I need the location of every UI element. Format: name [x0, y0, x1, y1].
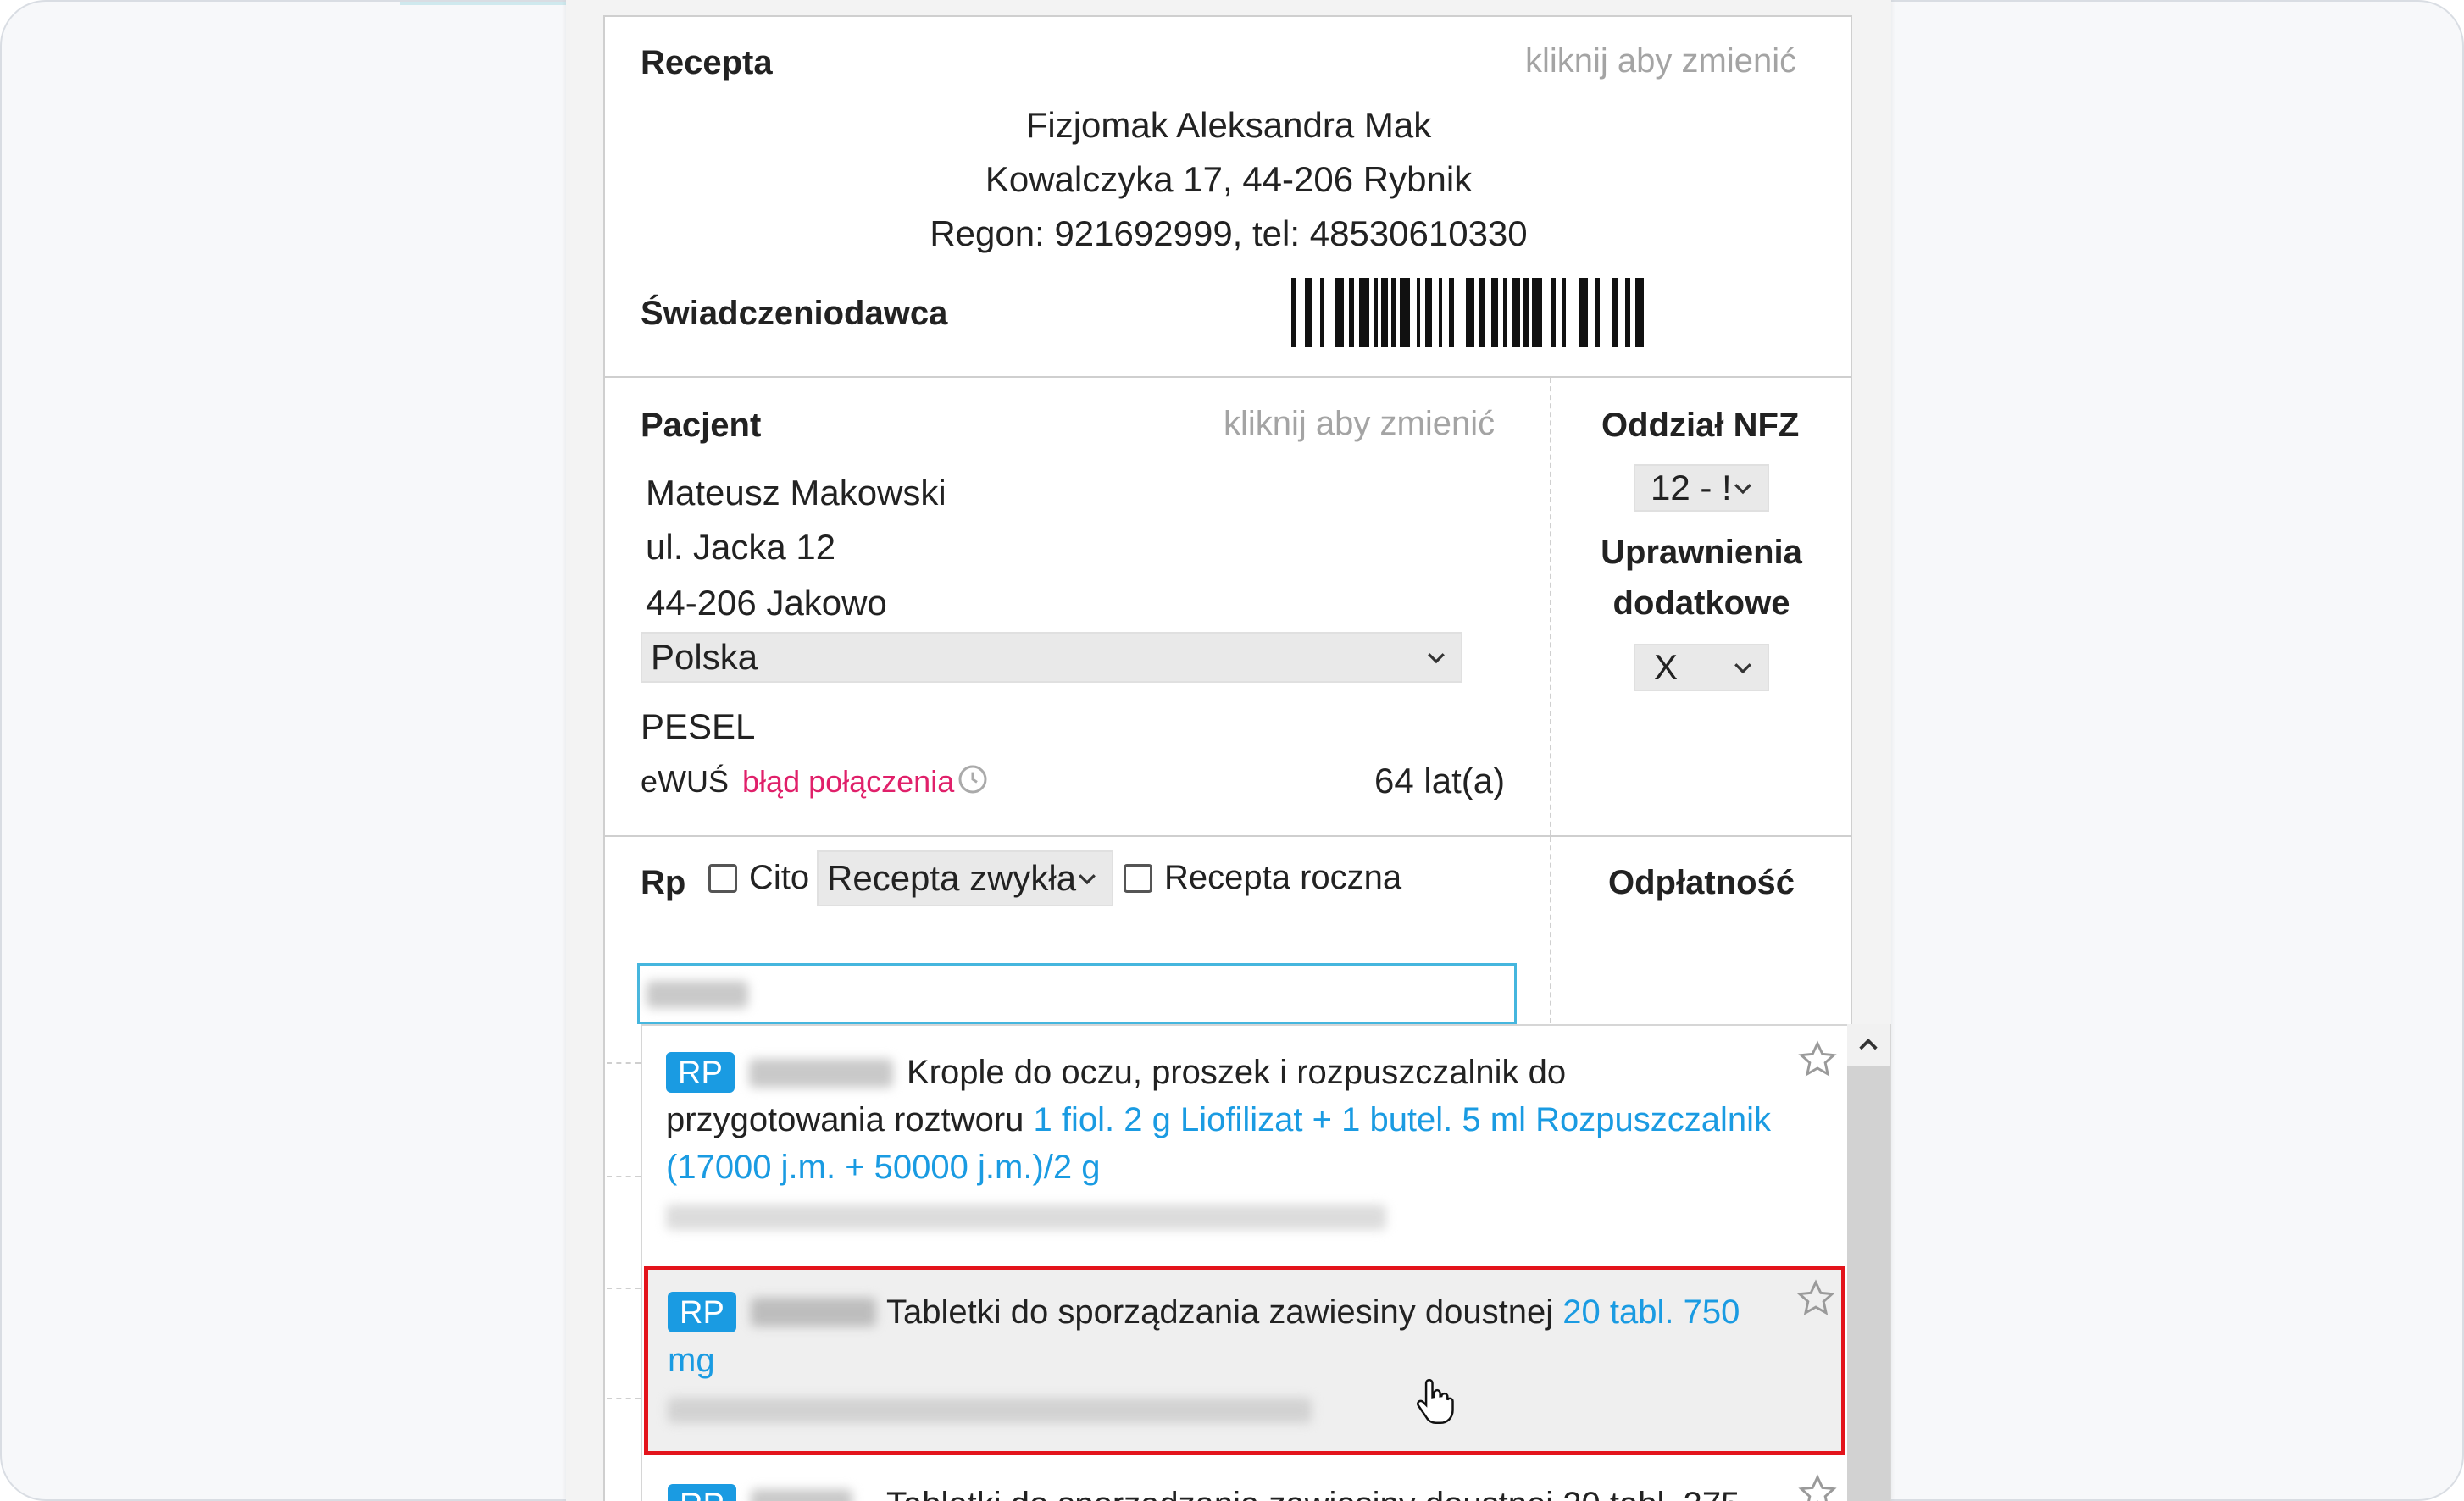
blurred-drug-name — [751, 1489, 852, 1501]
patient-name: Mateusz Makowski — [646, 473, 946, 512]
row-stub — [607, 1398, 641, 1399]
patient-change-link[interactable]: kliknij aby zmienić — [1224, 405, 1495, 443]
selection-highlight — [644, 1266, 1845, 1455]
result-1-line2-prefix: przygotowania roztworu — [666, 1101, 1034, 1138]
patient-age: 64 lat(a) — [1374, 761, 1506, 800]
nfz-branch-select[interactable]: 12 - ! — [1634, 464, 1769, 512]
prescription-type-value: Recepta zwykła — [827, 858, 1077, 898]
ewus-label: eWUŚ — [641, 764, 730, 799]
ewus-row: eWUŚ błąd połączenia — [641, 764, 954, 800]
annual-label: Recepta roczna — [1164, 859, 1402, 896]
ewus-status[interactable]: błąd połączenia — [742, 764, 954, 799]
result-1-line1[interactable]: Krople do oczu, proszek i rozpuszczalnik… — [907, 1049, 1566, 1097]
blurred-query — [647, 981, 748, 1008]
patient-title: Pacjent — [641, 407, 762, 444]
clock-icon[interactable] — [956, 762, 990, 796]
dropdown-scrollbar[interactable] — [1847, 1024, 1890, 1501]
row-stub — [607, 1062, 641, 1064]
nfz-title: Oddział NFZ — [1601, 407, 1800, 444]
pesel-label: PESEL — [641, 706, 756, 746]
cito-label: Cito — [749, 859, 810, 896]
chevron-down-icon — [1079, 874, 1096, 885]
prescription-type-select[interactable]: Recepta zwykła — [817, 850, 1113, 906]
rp-label: Rp — [641, 864, 686, 901]
permissions-label-line1: Uprawnienia — [1601, 534, 1802, 571]
annual-checkbox[interactable] — [1124, 864, 1152, 893]
permissions-value: X — [1654, 647, 1679, 687]
result-1-dose: (17000 j.m. + 50000 j.m.)/2 g — [666, 1149, 1101, 1186]
rp-badge: RP — [666, 1052, 735, 1093]
drug-search-input[interactable] — [637, 963, 1517, 1024]
section-divider — [603, 835, 1852, 837]
row-stub — [607, 1176, 641, 1177]
country-select-value: Polska — [651, 637, 758, 677]
prescription-change-link[interactable]: kliknij aby zmienić — [1525, 42, 1796, 80]
hand-cursor-icon — [1416, 1378, 1454, 1425]
star-icon[interactable] — [1796, 1039, 1839, 1081]
patient-city: 44-206 Jakowo — [646, 583, 887, 623]
prescription-title: Recepta — [641, 44, 773, 81]
blurred-drug-name — [749, 1059, 893, 1088]
chevron-down-icon — [1428, 653, 1445, 664]
section-divider — [603, 376, 1852, 378]
provider-barcode — [1291, 278, 1644, 347]
chevron-down-icon — [1734, 484, 1751, 495]
permissions-select[interactable]: X — [1634, 644, 1769, 691]
country-select[interactable]: Polska — [641, 632, 1462, 683]
provider-name: Fizjomak Aleksandra Mak — [1025, 105, 1432, 145]
chevron-down-icon — [1734, 663, 1751, 674]
cito-checkbox[interactable] — [708, 864, 737, 893]
rp-badge: RP — [668, 1484, 736, 1501]
row-stub — [607, 1288, 641, 1289]
nfz-branch-value: 12 - ! — [1651, 468, 1732, 507]
chevron-up-icon — [1859, 1039, 1878, 1050]
scroll-up-button[interactable] — [1847, 1024, 1890, 1066]
provider-regon-phone: Regon: 921692999, tel: 48530610330 — [930, 213, 1528, 253]
patient-street: ul. Jacka 12 — [646, 527, 836, 567]
result-1-line2[interactable]: przygotowania roztworu 1 fiol. 2 g Liofi… — [666, 1096, 1771, 1144]
result-3-desc[interactable]: Tabletki do sporządzania zawiesiny doust… — [886, 1481, 1740, 1501]
provider-label: Świadczeniodawca — [641, 295, 948, 332]
provider-address: Kowalczyka 17, 44-206 Rybnik — [985, 159, 1473, 199]
star-icon[interactable] — [1796, 1472, 1839, 1501]
payment-label: Odpłatność — [1607, 864, 1795, 901]
blurred-manufacturer — [666, 1205, 1386, 1230]
result-1-package: 1 fiol. 2 g Liofilizat + 1 butel. 5 ml R… — [1033, 1101, 1771, 1138]
permissions-label-line2: dodatkowe — [1612, 584, 1790, 622]
